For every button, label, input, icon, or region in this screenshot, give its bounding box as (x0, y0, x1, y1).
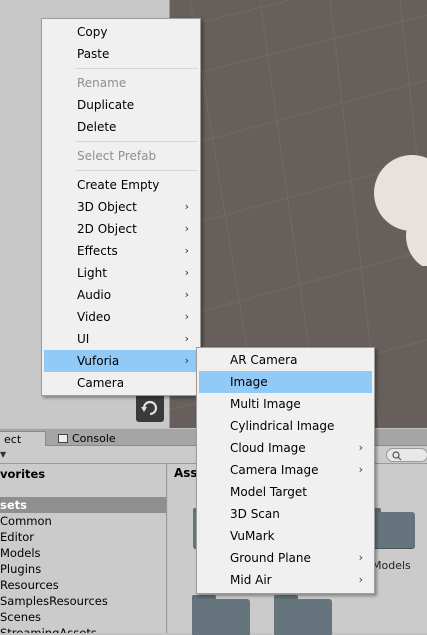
console-icon (58, 434, 68, 443)
menu-item-label: Delete (77, 120, 117, 134)
tree-item-samplesresources[interactable]: SamplesResources (0, 593, 166, 609)
menu-item-duplicate[interactable]: Duplicate (44, 94, 198, 116)
tab-console-label: Console (72, 432, 116, 445)
menu-item-label: 3D Object (77, 200, 137, 214)
menu-item-label: UI (77, 332, 90, 346)
submenu-item-vumark[interactable]: VuMark (199, 525, 372, 547)
menu-item-label: Vuforia (77, 354, 120, 368)
assets-header[interactable]: sets (0, 497, 166, 513)
tree-item-plugins[interactable]: Plugins (0, 561, 166, 577)
tree-item-scenes[interactable]: Scenes (0, 609, 166, 625)
menu-separator (75, 68, 198, 69)
tree-item-editor[interactable]: Editor (0, 529, 166, 545)
chevron-right-icon: › (358, 441, 363, 454)
menu-item-label: Ground Plane (230, 551, 311, 565)
menu-item-label: Copy (77, 25, 108, 39)
menu-item-label: Effects (77, 244, 118, 258)
menu-item-rename: Rename (44, 72, 198, 94)
menu-item-video[interactable]: Video › (44, 306, 198, 328)
menu-item-label: Image (230, 375, 268, 389)
submenu-item-model-target[interactable]: Model Target (199, 481, 372, 503)
submenu-item-mid-air[interactable]: Mid Air › (199, 569, 372, 591)
menu-separator (75, 170, 198, 171)
folder-icon[interactable] (192, 595, 250, 635)
submenu-item-ground-plane[interactable]: Ground Plane › (199, 547, 372, 569)
menu-item-label: Rename (77, 76, 127, 90)
tab-console[interactable]: Console (52, 431, 132, 447)
menu-item-select-prefab: Select Prefab (44, 145, 198, 167)
menu-item-label: Camera (77, 376, 125, 390)
chevron-right-icon: › (358, 573, 363, 586)
menu-item-label: 2D Object (77, 222, 137, 236)
menu-item-label: VuMark (230, 529, 275, 543)
menu-item-2d-object[interactable]: 2D Object › (44, 218, 198, 240)
rotate-icon (141, 400, 158, 416)
menu-item-label: Paste (77, 47, 110, 61)
submenu-item-image[interactable]: Image (199, 371, 372, 393)
submenu-item-3d-scan[interactable]: 3D Scan (199, 503, 372, 525)
chevron-right-icon: › (184, 222, 189, 235)
menu-item-create-empty[interactable]: Create Empty (44, 174, 198, 196)
chevron-right-icon: › (184, 288, 189, 301)
menu-item-label: Create Empty (77, 178, 160, 192)
folder-icon[interactable] (274, 595, 332, 635)
chevron-down-icon[interactable]: ▼ (0, 450, 6, 459)
search-icon (392, 451, 402, 461)
submenu-item-cloud-image[interactable]: Cloud Image › (199, 437, 372, 459)
menu-item-label: 3D Scan (230, 507, 280, 521)
chevron-right-icon: › (358, 463, 363, 476)
tree-item-streamingassets[interactable]: StreamingAssets (0, 625, 166, 633)
scene-sphere-object[interactable] (367, 148, 427, 266)
rotate-tool-button[interactable] (136, 394, 164, 422)
chevron-right-icon: › (184, 332, 189, 345)
search-input[interactable] (386, 448, 427, 462)
menu-item-delete[interactable]: Delete (44, 116, 198, 138)
chevron-right-icon: › (184, 310, 189, 323)
menu-item-label: Mid Air (230, 573, 272, 587)
menu-item-copy[interactable]: Copy (44, 21, 198, 43)
submenu-item-camera-image[interactable]: Camera Image › (199, 459, 372, 481)
menu-item-label: Video (77, 310, 111, 324)
menu-item-label: Cloud Image (230, 441, 306, 455)
menu-item-vuforia[interactable]: Vuforia › (44, 350, 198, 372)
context-menu: Copy Paste Rename Duplicate Delete Selec… (41, 18, 201, 396)
menu-item-label: Light (77, 266, 107, 280)
menu-item-label: AR Camera (230, 353, 298, 367)
favorites-header[interactable]: vorites (0, 466, 166, 482)
menu-item-camera[interactable]: Camera (44, 372, 198, 394)
folder-label: Models (372, 559, 411, 572)
chevron-right-icon: › (184, 266, 189, 279)
menu-item-label: Camera Image (230, 463, 319, 477)
tab-project-label: ect (4, 433, 22, 446)
menu-item-label: Cylindrical Image (230, 419, 335, 433)
menu-item-light[interactable]: Light › (44, 262, 198, 284)
menu-item-label: Multi Image (230, 397, 301, 411)
menu-item-paste[interactable]: Paste (44, 43, 198, 65)
chevron-right-icon: › (184, 200, 189, 213)
menu-item-3d-object[interactable]: 3D Object › (44, 196, 198, 218)
chevron-right-icon: › (184, 244, 189, 257)
menu-item-label: Audio (77, 288, 112, 302)
chevron-right-icon: › (184, 354, 189, 367)
submenu-item-multi-image[interactable]: Multi Image (199, 393, 372, 415)
menu-separator (75, 141, 198, 142)
menu-item-label: Select Prefab (77, 149, 157, 163)
vuforia-submenu: AR Camera Image Multi Image Cylindrical … (196, 347, 375, 594)
menu-item-label: Duplicate (77, 98, 135, 112)
asset-grid-breadcrumb: Ass (174, 466, 198, 480)
menu-item-ui[interactable]: UI › (44, 328, 198, 350)
chevron-right-icon: › (358, 551, 363, 564)
menu-item-audio[interactable]: Audio › (44, 284, 198, 306)
tree-item-models[interactable]: Models (0, 545, 166, 561)
menu-item-effects[interactable]: Effects › (44, 240, 198, 262)
tree-item-common[interactable]: Common (0, 513, 166, 529)
project-folder-tree: vorites sets Common Editor Models Plugin… (0, 464, 167, 633)
menu-item-label: Model Target (230, 485, 307, 499)
tree-item-resources[interactable]: Resources (0, 577, 166, 593)
submenu-item-cylindrical-image[interactable]: Cylindrical Image (199, 415, 372, 437)
tab-project[interactable]: ect (0, 431, 46, 447)
submenu-item-ar-camera[interactable]: AR Camera (199, 349, 372, 371)
